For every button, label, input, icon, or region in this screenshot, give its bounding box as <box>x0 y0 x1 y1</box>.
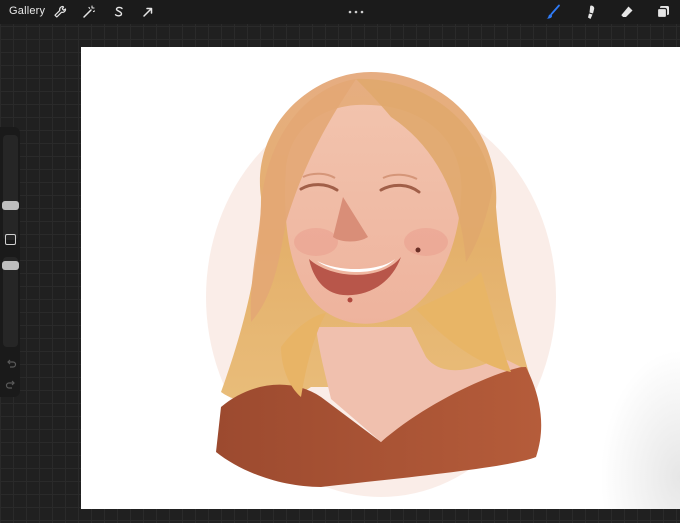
modify-button[interactable] <box>5 234 16 245</box>
opacity-slider[interactable] <box>2 257 19 347</box>
drawing-canvas[interactable] <box>81 47 680 509</box>
redo-icon[interactable] <box>5 378 17 390</box>
magic-wand-icon[interactable] <box>81 4 97 20</box>
smudge-icon[interactable] <box>582 4 598 20</box>
layers-icon[interactable] <box>655 4 671 20</box>
wrench-icon[interactable] <box>52 4 68 20</box>
opacity-thumb[interactable] <box>2 261 19 270</box>
top-toolbar: Gallery <box>0 0 680 24</box>
artwork-portrait <box>206 72 556 497</box>
selection-s-icon[interactable] <box>111 4 127 20</box>
undo-icon[interactable] <box>5 357 17 369</box>
left-sidebar <box>0 127 20 397</box>
ellipsis-icon[interactable] <box>347 4 365 14</box>
gallery-button[interactable]: Gallery <box>9 5 45 17</box>
canvas-shadow <box>600 349 680 509</box>
brush-size-thumb[interactable] <box>2 201 19 210</box>
brush-icon[interactable] <box>545 4 561 20</box>
arrow-cursor-icon[interactable] <box>140 4 156 20</box>
eraser-icon[interactable] <box>619 4 635 20</box>
brush-size-slider[interactable] <box>2 135 19 240</box>
